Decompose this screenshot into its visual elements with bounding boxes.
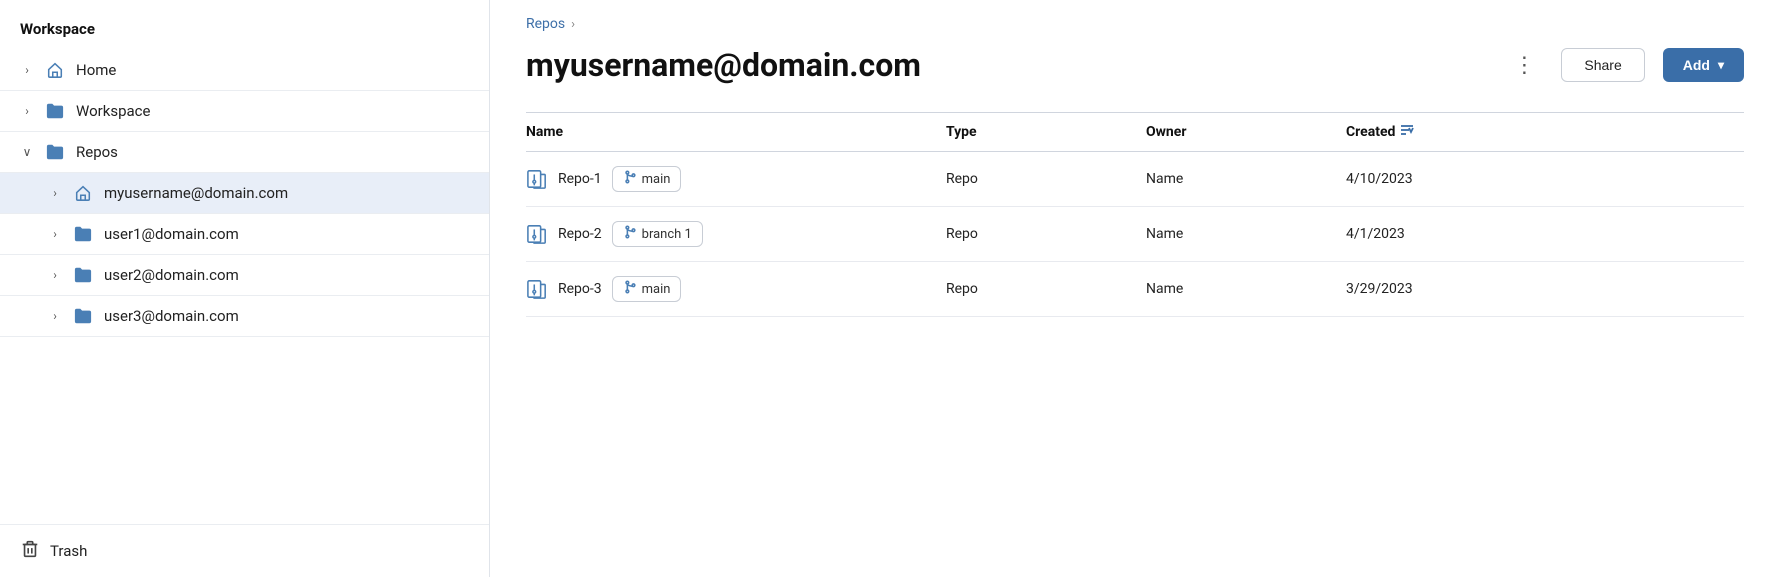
repo-type: Repo <box>946 281 1146 297</box>
branch-badge[interactable]: main <box>612 166 682 192</box>
repo-type: Repo <box>946 226 1146 242</box>
sidebar-item-user2[interactable]: › user2@domain.com <box>0 255 489 296</box>
table-header: Name Type Owner Created <box>526 113 1744 152</box>
home-icon <box>44 61 66 79</box>
sidebar-item-label: myusername@domain.com <box>104 184 288 202</box>
chevron-right-icon: › <box>48 186 62 200</box>
breadcrumb-separator: › <box>571 17 575 32</box>
chevron-right-icon: › <box>48 227 62 241</box>
main-content: Repos › myusername@domain.com ⋮ Share Ad… <box>490 0 1780 577</box>
sidebar-section-title: Workspace <box>0 12 489 50</box>
repo-name: Repo-2 <box>558 226 602 242</box>
repo-icon <box>526 279 548 299</box>
col-owner: Owner <box>1146 123 1346 141</box>
chevron-right-icon: › <box>48 268 62 282</box>
table-row[interactable]: Repo-3 main Repo Name 3/ <box>526 262 1744 317</box>
sidebar-item-label: user1@domain.com <box>104 225 239 243</box>
chevron-right-icon: › <box>20 104 34 118</box>
sidebar-item-label: Workspace <box>76 102 150 120</box>
repos-table: Name Type Owner Created <box>526 112 1744 317</box>
trash-icon <box>20 539 40 563</box>
sidebar-item-workspace[interactable]: › Workspace <box>0 91 489 132</box>
trash-label: Trash <box>50 542 87 560</box>
page-title: myusername@domain.com <box>526 46 1487 84</box>
breadcrumb-repos-link[interactable]: Repos <box>526 16 565 32</box>
sidebar-item-label: user3@domain.com <box>104 307 239 325</box>
col-created[interactable]: Created <box>1346 123 1546 141</box>
sidebar-item-label: Repos <box>76 143 118 161</box>
share-button[interactable]: Share <box>1561 48 1644 82</box>
more-options-button[interactable]: ⋮ <box>1505 50 1543 80</box>
branch-name: main <box>642 172 671 187</box>
table-row[interactable]: Repo-1 main Repo Name 4/ <box>526 152 1744 207</box>
sidebar-item-trash[interactable]: Trash <box>0 524 489 577</box>
repo-type: Repo <box>946 171 1146 187</box>
branch-name: branch 1 <box>642 227 692 242</box>
sidebar-item-user1[interactable]: › user1@domain.com <box>0 214 489 255</box>
repo-created: 3/29/2023 <box>1346 281 1546 297</box>
repo-owner: Name <box>1146 281 1346 297</box>
repo-name-cell: Repo-1 main <box>526 166 946 192</box>
add-label: Add <box>1683 57 1710 73</box>
repo-icon <box>526 224 548 244</box>
page-header: myusername@domain.com ⋮ Share Add ▾ <box>526 46 1744 84</box>
sidebar-item-label: user2@domain.com <box>104 266 239 284</box>
sort-icon <box>1399 123 1415 141</box>
branch-name: main <box>642 282 671 297</box>
repo-created: 4/10/2023 <box>1346 171 1546 187</box>
repo-name-cell: Repo-3 main <box>526 276 946 302</box>
add-chevron-icon: ▾ <box>1718 58 1724 72</box>
repo-name: Repo-1 <box>558 171 602 187</box>
branch-badge[interactable]: main <box>612 276 682 302</box>
folder-icon <box>44 143 66 161</box>
sidebar-item-label: Home <box>76 61 116 79</box>
chevron-down-icon: ∨ <box>20 145 34 159</box>
table-row[interactable]: Repo-2 branch 1 Repo Name <box>526 207 1744 262</box>
repo-name: Repo-3 <box>558 281 602 297</box>
folder-icon <box>44 102 66 120</box>
sidebar-item-myusername[interactable]: › myusername@domain.com <box>0 173 489 214</box>
repo-owner: Name <box>1146 226 1346 242</box>
repo-created: 4/1/2023 <box>1346 226 1546 242</box>
branch-icon <box>623 170 637 188</box>
add-button[interactable]: Add ▾ <box>1663 48 1744 82</box>
col-type: Type <box>946 123 1146 141</box>
folder-icon <box>72 266 94 284</box>
branch-icon <box>623 280 637 298</box>
chevron-right-icon: › <box>20 63 34 77</box>
sidebar: Workspace › Home › Workspace ∨ Repos <box>0 0 490 577</box>
breadcrumb: Repos › <box>526 16 1744 32</box>
sidebar-item-repos[interactable]: ∨ Repos <box>0 132 489 173</box>
chevron-right-icon: › <box>48 309 62 323</box>
branch-icon <box>623 225 637 243</box>
sidebar-item-user3[interactable]: › user3@domain.com <box>0 296 489 337</box>
col-name: Name <box>526 123 946 141</box>
repo-icon <box>526 169 548 189</box>
repo-name-cell: Repo-2 branch 1 <box>526 221 946 247</box>
folder-icon <box>72 225 94 243</box>
home-icon <box>72 184 94 202</box>
sidebar-item-home[interactable]: › Home <box>0 50 489 91</box>
folder-icon <box>72 307 94 325</box>
branch-badge[interactable]: branch 1 <box>612 221 703 247</box>
repo-owner: Name <box>1146 171 1346 187</box>
